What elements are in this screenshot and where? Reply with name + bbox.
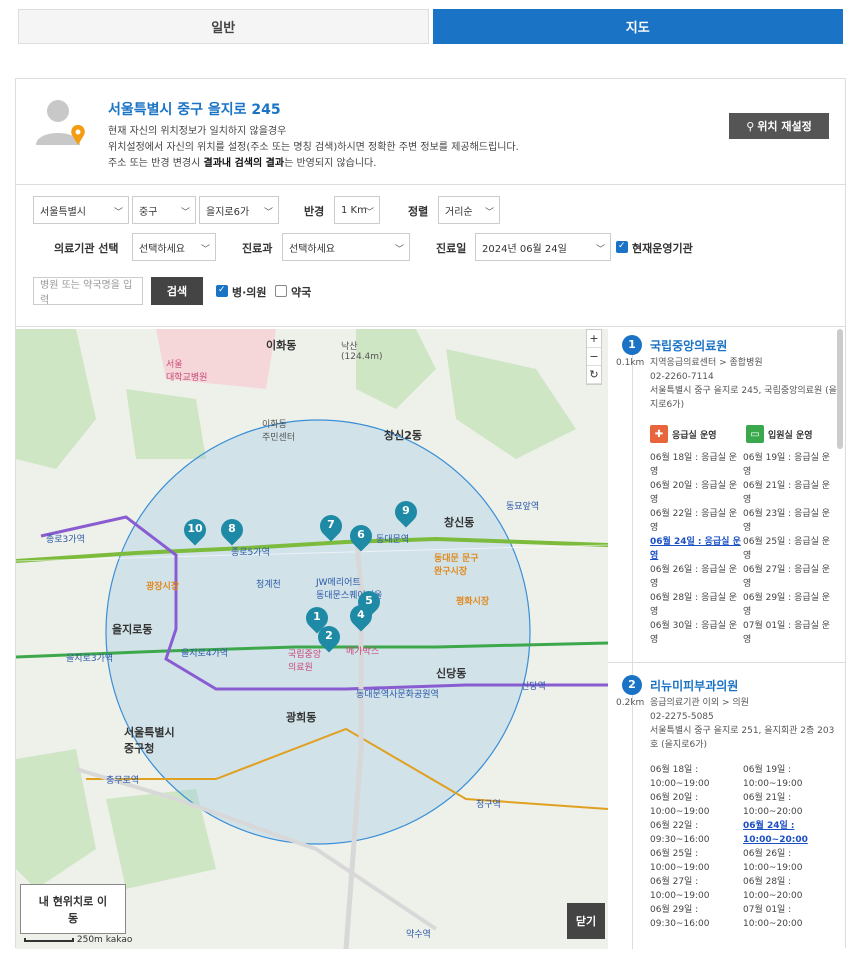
map-view[interactable]: 이화동 낙산 (124.4m) 창신2동 창신동 동대문역 종로5가역 종로3가… <box>16 329 608 949</box>
institution-select[interactable]: 선택하세요 ﹀ <box>132 233 216 261</box>
chevron-down-icon: ﹀ <box>394 245 404 255</box>
zoom-control: + − ↻ <box>586 329 602 385</box>
date-select[interactable]: 2024년 06월 24일 ﹀ <box>475 233 611 261</box>
zoom-out-button[interactable]: − <box>587 348 601 366</box>
department-label: 진료과 <box>242 242 273 255</box>
department-select[interactable]: 선택하세요 ﹀ <box>282 233 410 261</box>
chevron-down-icon: ﹀ <box>595 245 605 255</box>
pharmacy-label: 약국 <box>291 286 312 299</box>
map-scale: 250m kakao <box>24 935 132 945</box>
radius-label: 반경 <box>304 205 325 218</box>
ambulance-icon: ✚ <box>650 425 668 443</box>
chevron-down-icon: ﹀ <box>263 208 273 218</box>
er-status: ✚ 응급실 운영 <box>650 425 717 443</box>
zoom-in-button[interactable]: + <box>587 330 601 348</box>
chevron-down-icon: ﹀ <box>200 245 210 255</box>
my-location-button[interactable]: 내 현위치로 이 동 <box>20 884 126 934</box>
rank-badge: 2 <box>622 675 642 695</box>
dong-select[interactable]: 을지로6가 ﹀ <box>199 196 279 224</box>
chevron-down-icon: ﹀ <box>113 208 123 218</box>
search-button[interactable]: 검색 <box>151 277 203 305</box>
hospital-checkbox[interactable] <box>216 285 228 297</box>
distance: 0.1km <box>616 358 645 368</box>
location-notice: 현재 자신의 위치정보가 일치하지 않을경우 위치설정에서 자신의 위치를 설정… <box>108 126 519 169</box>
map-pin-icon: ⚲ <box>746 119 755 133</box>
distance: 0.2km <box>616 698 645 708</box>
chevron-down-icon: ﹀ <box>364 208 374 218</box>
hospital-pin[interactable]: 7 <box>315 510 347 543</box>
kakao-logo: kakao <box>105 935 133 945</box>
current-address: 서울특별시 중구 을지로 245 <box>108 102 281 118</box>
hospital-pin[interactable]: 9 <box>390 496 422 529</box>
chevron-down-icon: ﹀ <box>180 208 190 218</box>
inpatient-status: ▭ 입원실 운영 <box>746 425 813 443</box>
rank-badge: 1 <box>622 335 642 355</box>
map-canvas <box>16 329 608 949</box>
hospital-pin[interactable]: 8 <box>216 514 248 547</box>
pharmacy-checkbox[interactable] <box>275 285 287 297</box>
chevron-down-icon: ﹀ <box>484 208 494 218</box>
refresh-button[interactable]: ↻ <box>587 366 601 384</box>
sort-select[interactable]: 거리순 ﹀ <box>438 196 500 224</box>
sort-label: 정렬 <box>408 205 429 218</box>
district-select[interactable]: 중구 ﹀ <box>132 196 196 224</box>
reset-location-button[interactable]: ⚲ 위치 재설정 <box>729 113 829 139</box>
city-select[interactable]: 서울특별시 ﹀ <box>33 196 129 224</box>
user-location-icon <box>36 100 85 145</box>
hospital-name[interactable]: 리뉴미피부과의원 <box>650 677 738 694</box>
result-list: 1 0.1km 국립중앙의료원 지역응급의료센터 > 종합병원 02-2260-… <box>608 329 845 949</box>
close-list-button[interactable]: 닫기 <box>567 903 605 939</box>
radius-select[interactable]: 1 Km ﹀ <box>334 196 380 224</box>
open-now-checkbox[interactable] <box>616 241 628 253</box>
institution-label: 의료기관 선택 <box>54 242 119 255</box>
hospital-label: 병·의원 <box>232 286 267 299</box>
bed-icon: ▭ <box>746 425 764 443</box>
location-info: 서울특별시 중구 을지로 245 현재 자신의 위치정보가 일치하지 않을경우 … <box>16 79 845 185</box>
hospital-search-panel: 서울특별시 중구 을지로 245 현재 자신의 위치정보가 일치하지 않을경우 … <box>15 78 846 949</box>
hospital-pin[interactable]: 5 <box>353 586 385 619</box>
hospital-pin[interactable]: 6 <box>345 520 377 553</box>
view-tabs: 일반 지도 <box>18 9 843 44</box>
search-input[interactable]: 병원 또는 약국명을 입력 <box>33 277 143 306</box>
hospital-pin[interactable]: 2 <box>313 621 345 654</box>
open-now-label: 현재운영기관 <box>632 242 693 255</box>
today-schedule: 06월 24일 : 10:00~20:00 <box>743 821 808 845</box>
tab-map[interactable]: 지도 <box>432 9 843 44</box>
search-filters: 서울특별시 ﹀ 중구 ﹀ 을지로6가 ﹀ 반경 1 Km ﹀ 정렬 거리순 ﹀ 의료기관 … <box>16 185 845 327</box>
date-label: 진료일 <box>436 242 467 255</box>
hospital-name[interactable]: 국립중앙의료원 <box>650 337 727 354</box>
tab-general[interactable]: 일반 <box>18 9 429 44</box>
hospital-pin[interactable]: 10 <box>179 514 211 547</box>
today-schedule: 06월 24일 : 응급실 운영 <box>650 537 741 561</box>
